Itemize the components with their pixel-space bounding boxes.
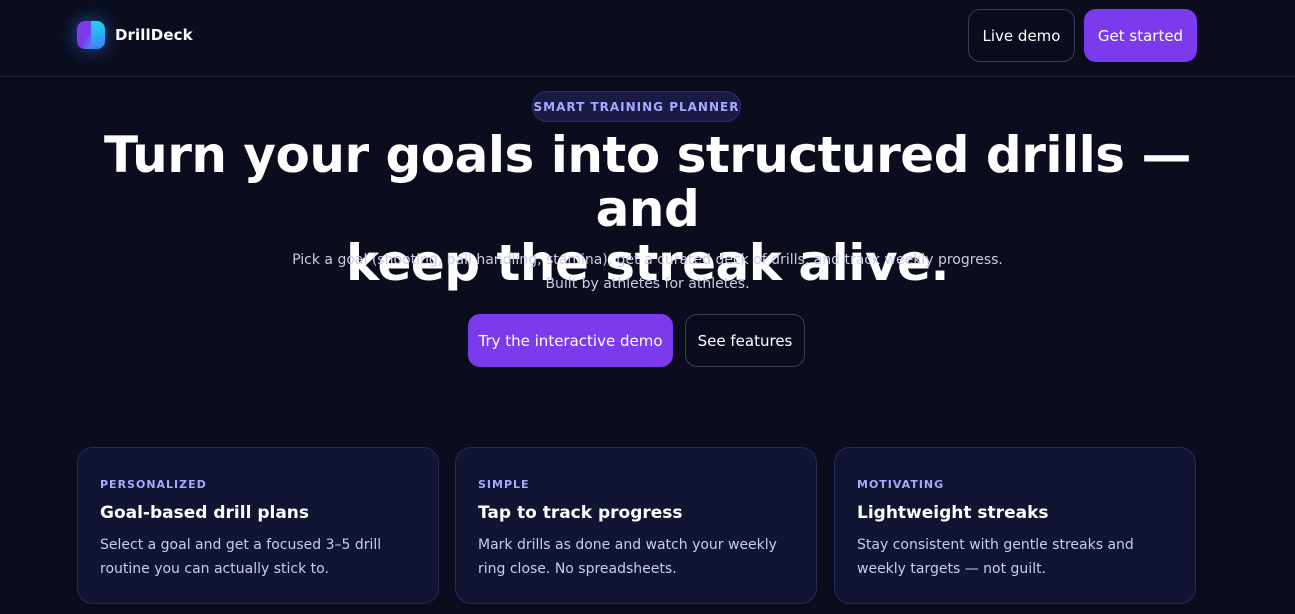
brand-name: DrillDeck xyxy=(115,26,193,44)
brand[interactable]: DrillDeck xyxy=(77,20,193,50)
card-title: Lightweight streaks xyxy=(857,503,1049,523)
card-body: Mark drills as done and watch your weekl… xyxy=(478,537,777,577)
hero-subtitle: Pick a goal (shooting, ball handling, st… xyxy=(200,248,1095,296)
card-body: Stay consistent with gentle streaks and … xyxy=(857,537,1134,577)
live-demo-button[interactable]: Live demo xyxy=(968,9,1075,62)
feature-card-simple: SIMPLE Tap to track progress Mark drills… xyxy=(455,447,817,604)
card-body: Select a goal and get a focused 3–5 dril… xyxy=(100,537,382,577)
feature-card-motivating: MOTIVATING Lightweight streaks Stay cons… xyxy=(834,447,1196,604)
card-kicker: PERSONALIZED xyxy=(100,478,207,491)
card-title: Goal-based drill plans xyxy=(100,503,310,523)
card-kicker: MOTIVATING xyxy=(857,478,945,491)
subtitle-line-1: Pick a goal (shooting, ball handling, st… xyxy=(292,252,1003,268)
see-features-button[interactable]: See features xyxy=(685,314,805,367)
hero-badge: SMART TRAINING PLANNER xyxy=(532,91,741,122)
try-demo-button[interactable]: Try the interactive demo xyxy=(468,314,673,367)
get-started-button[interactable]: Get started xyxy=(1084,9,1197,62)
top-nav: DrillDeck Live demo Get started xyxy=(0,0,1295,77)
card-title: Tap to track progress xyxy=(478,503,683,523)
subtitle-line-2: Built by athletes for athletes. xyxy=(545,276,750,292)
drilldeck-logo-icon xyxy=(77,21,105,49)
headline-line-1: Turn your goals into structured drills —… xyxy=(104,126,1191,238)
feature-card-personalized: PERSONALIZED Goal-based drill plans Sele… xyxy=(77,447,439,604)
card-kicker: SIMPLE xyxy=(478,478,530,491)
